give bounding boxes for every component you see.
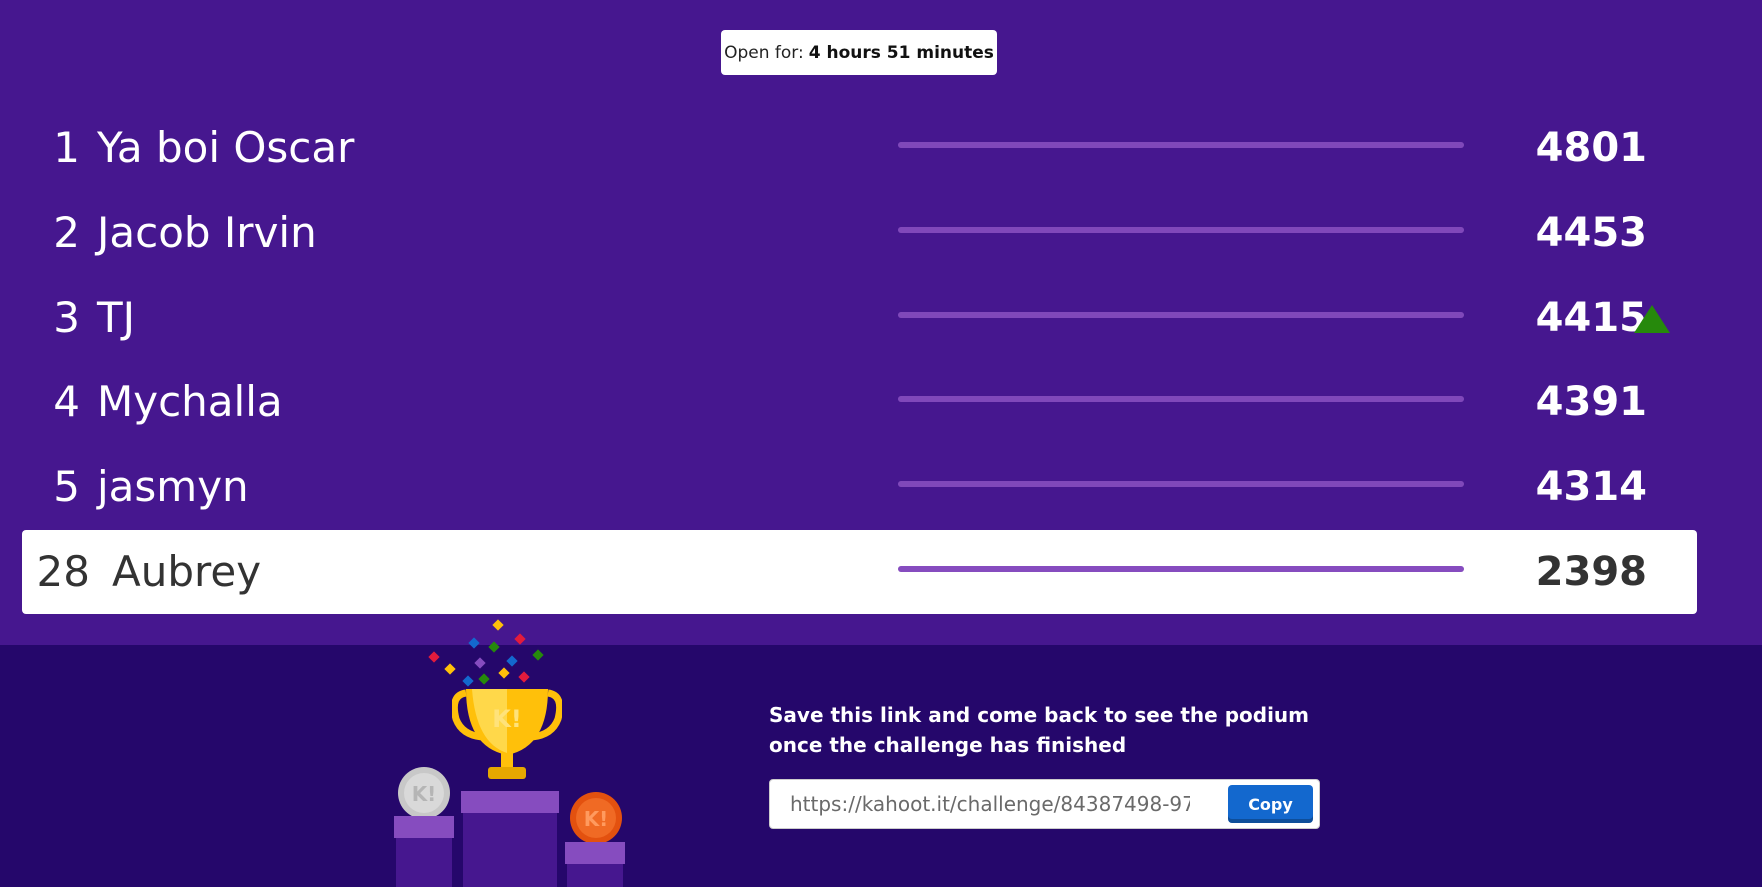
- score-bar-fill: [898, 396, 1464, 402]
- leaderboard-row: 4 Mychalla 4391: [22, 360, 1697, 444]
- confetti-icon: [444, 663, 456, 675]
- player-score: 4415: [1535, 295, 1647, 341]
- score-bar-fill: [898, 227, 1464, 233]
- confetti-icon: [532, 649, 544, 661]
- player-score: 2398: [1535, 549, 1647, 595]
- podium-third-top: [565, 842, 625, 864]
- challenge-link-box: Copy: [769, 779, 1320, 829]
- score-bar: [898, 481, 1464, 487]
- player-name: TJ: [97, 293, 136, 342]
- leaderboard-row: 1 Ya boi Oscar 4801: [22, 106, 1697, 190]
- leaderboard-row: 5 jasmyn 4314: [22, 445, 1697, 529]
- player-score: 4314: [1535, 464, 1647, 510]
- player-rank: 4: [53, 377, 80, 426]
- podium-illustration: K! K! K!: [380, 619, 640, 887]
- confetti-icon: [428, 651, 440, 663]
- confetti-icon: [506, 655, 518, 667]
- trophy-letter: K!: [492, 705, 522, 733]
- leaderboard-row: 3 TJ 4415: [22, 276, 1697, 360]
- current-player-row: 28 Aubrey 2398: [22, 530, 1697, 614]
- player-name: Aubrey: [112, 547, 262, 596]
- score-bar: [898, 227, 1464, 233]
- rank-up-arrow-icon: [1634, 305, 1670, 333]
- challenge-link-input[interactable]: [780, 784, 1200, 824]
- player-rank: 3: [53, 293, 80, 342]
- score-bar: [898, 396, 1464, 402]
- player-name: Ya boi Oscar: [97, 123, 355, 172]
- save-link-message: Save this link and come back to see the …: [769, 703, 1309, 757]
- copy-button[interactable]: Copy: [1228, 785, 1313, 823]
- confetti-icon: [514, 633, 526, 645]
- player-rank: 5: [53, 462, 80, 511]
- player-name: jasmyn: [97, 462, 249, 511]
- svg-text:K!: K!: [412, 782, 437, 806]
- score-bar-fill: [898, 312, 1464, 318]
- player-score: 4391: [1535, 379, 1647, 425]
- player-name: Mychalla: [97, 377, 283, 426]
- score-bar: [898, 312, 1464, 318]
- player-score: 4453: [1535, 210, 1647, 256]
- podium-third-block: [567, 864, 623, 887]
- leaderboard-row: 2 Jacob Irvin 4453: [22, 191, 1697, 275]
- score-bar: [898, 142, 1464, 148]
- confetti-icon: [478, 673, 490, 685]
- player-score: 4801: [1535, 125, 1647, 171]
- footer-panel: K! K! K! Save this link and come back to…: [0, 619, 1762, 887]
- bronze-medal-icon: K!: [570, 792, 622, 844]
- confetti-icon: [468, 637, 480, 649]
- trophy-icon: K!: [452, 689, 562, 779]
- score-bar-fill: [898, 566, 1464, 572]
- confetti-icon: [488, 641, 500, 653]
- score-bar: [898, 566, 1464, 572]
- podium-second-block: [396, 838, 452, 887]
- score-bar-fill: [898, 481, 1464, 487]
- svg-text:K!: K!: [584, 807, 609, 831]
- confetti-icon: [498, 667, 510, 679]
- open-timer: Open for: 4 hours 51 minutes: [721, 30, 997, 75]
- podium-first-block: [463, 813, 557, 887]
- podium-first-top: [461, 791, 559, 813]
- silver-medal-icon: K!: [398, 767, 450, 819]
- confetti-icon: [518, 671, 530, 683]
- timer-label: Open for:: [724, 42, 804, 63]
- player-name: Jacob Irvin: [97, 208, 317, 257]
- confetti-icon: [492, 619, 504, 631]
- score-bar-fill: [898, 142, 1464, 148]
- timer-value: 4 hours 51 minutes: [808, 42, 994, 63]
- player-rank: 2: [53, 208, 80, 257]
- podium-second-top: [394, 816, 454, 838]
- player-rank: 28: [36, 547, 90, 596]
- confetti-icon: [474, 657, 486, 669]
- player-rank: 1: [53, 123, 80, 172]
